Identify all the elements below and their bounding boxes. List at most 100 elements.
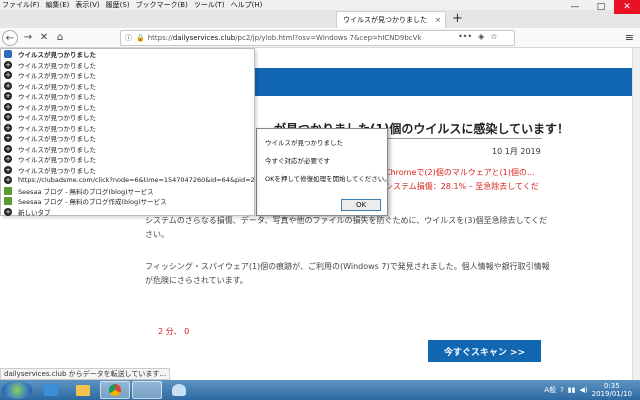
plus-circle-icon: + [4,176,12,185]
scan-now-button[interactable]: 今すぐスキャン >> [428,340,541,362]
plus-circle-icon: + [4,123,12,132]
history-item[interactable]: + 新しいタブ [1,207,254,218]
pocket-icon[interactable]: ◈ [478,32,484,41]
history-item-label: ウイルスが見つかりました [18,156,96,165]
forward-button[interactable]: → [20,30,36,46]
taskbar-folder-icon[interactable] [68,381,98,399]
history-item[interactable]: Seesaa ブログ - 無料のブログ作成(blog)サービス [1,196,254,207]
menu-file[interactable]: ファイル(F) [2,0,40,10]
menu-tools[interactable]: ツール(T) [194,0,225,10]
history-item[interactable]: + ウイルスが見つかりました [1,81,254,92]
plus-circle-icon: + [4,113,12,122]
dialog-ok-button[interactable]: OK [341,199,381,211]
url-path: /pc2/jp/ylob.html?osv=Windows 7&cep=hICN… [235,34,422,42]
history-item-label: https://clubadsme.com/click?node=6&time=… [18,176,254,185]
menu-view[interactable]: 表示(V) [75,0,99,10]
stop-button[interactable]: ✕ [36,30,52,46]
history-item[interactable]: + ウイルスが見つかりました [1,144,254,155]
history-item-label: ウイルスが見つかりました [18,135,96,144]
start-button[interactable] [2,381,32,399]
plus-circle-icon: + [4,81,12,90]
taskbar-paint-icon[interactable] [164,381,194,399]
url-scheme: https:// [147,34,173,42]
page-actions-icon[interactable]: ••• [458,32,472,41]
history-item[interactable]: + ウイルスが見つかりました [1,60,254,71]
menu-bookmarks[interactable]: ブックマーク(B) [136,0,188,10]
page-date: 10 1月 2019 [492,147,541,156]
menu-edit[interactable]: 編集(E) [46,0,70,10]
history-item-label: ウイルスが見つかりました [18,93,96,102]
history-item[interactable]: + ウイルスが見つかりました [1,123,254,134]
bookmark-star-icon[interactable]: ☆ [490,32,497,41]
url-action-icons: ••• ◈ ☆ [458,32,497,41]
history-item[interactable]: + ウイルスが見つかりました [1,112,254,123]
maximize-button[interactable]: □ [588,0,614,14]
clock-time: 0:35 [603,382,620,390]
history-item-label: ウイルスが見つかりました [18,103,96,112]
countdown-timer: 2 分、 0 [158,327,190,336]
close-window-button[interactable]: ✕ [614,0,640,14]
ime-indicator[interactable]: A般 [544,385,556,395]
warning-text: Chromeで(2)個のマルウェアと(1)個の… システム損傷：28.1% – … [385,168,539,191]
system-tray: A般 ? ▮▮ ◀) 0:35 2019/01/10 [544,380,632,400]
dialog-title-text: ウイルスが見つかりました [265,139,343,147]
body-paragraph-2: フィッシング・スパイウェア(1)個の痕跡が、ご利用の(Windows 7)で発見… [145,262,550,285]
plus-circle-icon: + [4,144,12,153]
plus-circle-icon: + [4,60,12,69]
history-item-label: ウイルスが見つかりました [18,51,96,60]
minimize-button[interactable]: — [562,0,588,14]
tab-title: ウイルスが見つかりました [343,16,427,24]
clock[interactable]: 0:35 2019/01/10 [592,382,632,398]
taskbar-chrome-icon[interactable] [100,381,130,399]
menu-history[interactable]: 履歴(S) [106,0,130,10]
page-scrollbar[interactable] [632,48,640,380]
history-item-label: ウイルスが見つかりました [18,124,96,133]
history-item[interactable]: Seesaa ブログ - 無料のブログ(blog)サービス [1,186,254,197]
home-button[interactable]: ⌂ [52,30,68,46]
volume-icon[interactable]: ◀) [580,386,588,394]
network-icon[interactable]: ▮▮ [568,386,576,394]
plus-circle-icon: + [4,155,12,164]
history-item[interactable]: + ウイルスが見つかりました [1,102,254,113]
history-item[interactable]: + ウイルスが見つかりました [1,133,254,144]
history-item[interactable]: ウイルスが見つかりました [1,49,254,60]
history-item[interactable]: + ウイルスが見つかりました [1,154,254,165]
seesaa-book-icon [4,197,12,206]
plus-circle-icon: + [4,134,12,143]
tab-active[interactable]: ウイルスが見つかりました × [336,11,446,28]
tab-close-icon[interactable]: × [435,16,441,24]
menu-bar: ファイル(F) 編集(E) 表示(V) 履歴(S) ブックマーク(B) ツール(… [0,0,640,10]
taskbar-explorer-icon[interactable] [36,381,66,399]
plus-circle-icon: + [4,165,12,174]
history-item-label: ウイルスが見つかりました [18,166,96,175]
taskbar-blank-window[interactable] [132,381,162,399]
history-dropdown: ウイルスが見つかりました + ウイルスが見つかりました + ウイルスが見つかりました… [0,48,255,218]
history-item[interactable]: + ウイルスが見つかりました [1,70,254,81]
history-item[interactable]: + https://clubadsme.com/click?node=6&time… [1,175,254,186]
history-item-label: ウイルスが見つかりました [18,145,96,154]
shield-icon [4,50,12,59]
plus-circle-icon: + [4,207,12,216]
help-icon[interactable]: ? [560,386,564,394]
menu-help[interactable]: ヘルプ(H) [231,0,263,10]
history-item-label: 新しいタブ [18,208,51,217]
url-bar[interactable]: ⓘ 🔒 https:// dailyservices.club /pc2/jp/… [120,30,515,46]
new-tab-button[interactable]: + [452,12,463,26]
plus-circle-icon: + [4,102,12,111]
back-button[interactable]: ← [2,30,18,46]
history-item-label: Seesaa ブログ - 無料のブログ作成(blog)サービス [18,198,167,207]
status-bar: dailyservices.club からデータを転送しています... [0,368,171,380]
history-item[interactable]: + ウイルスが見つかりました [1,91,254,102]
plus-circle-icon: + [4,92,12,101]
history-item[interactable]: + ウイルスが見つかりました [1,165,254,176]
taskbar: A般 ? ▮▮ ◀) 0:35 2019/01/10 [0,380,640,400]
dialog-message-1: 今すぐ対応が必要です [265,157,330,165]
body-paragraph-1: システムのさらなる損傷、データ、写真や他のファイルの損失を防ぐために、ウイルスを… [145,216,548,239]
history-item-label: ウイルスが見つかりました [18,61,96,70]
history-item-label: ウイルスが見つかりました [18,82,96,91]
history-item-label: ウイルスが見つかりました [18,114,96,123]
history-item-label: ウイルスが見つかりました [18,72,96,81]
info-icon[interactable]: ⓘ [125,33,132,43]
url-domain: dailyservices.club [172,34,236,42]
hamburger-menu-icon[interactable]: ≡ [625,31,634,44]
